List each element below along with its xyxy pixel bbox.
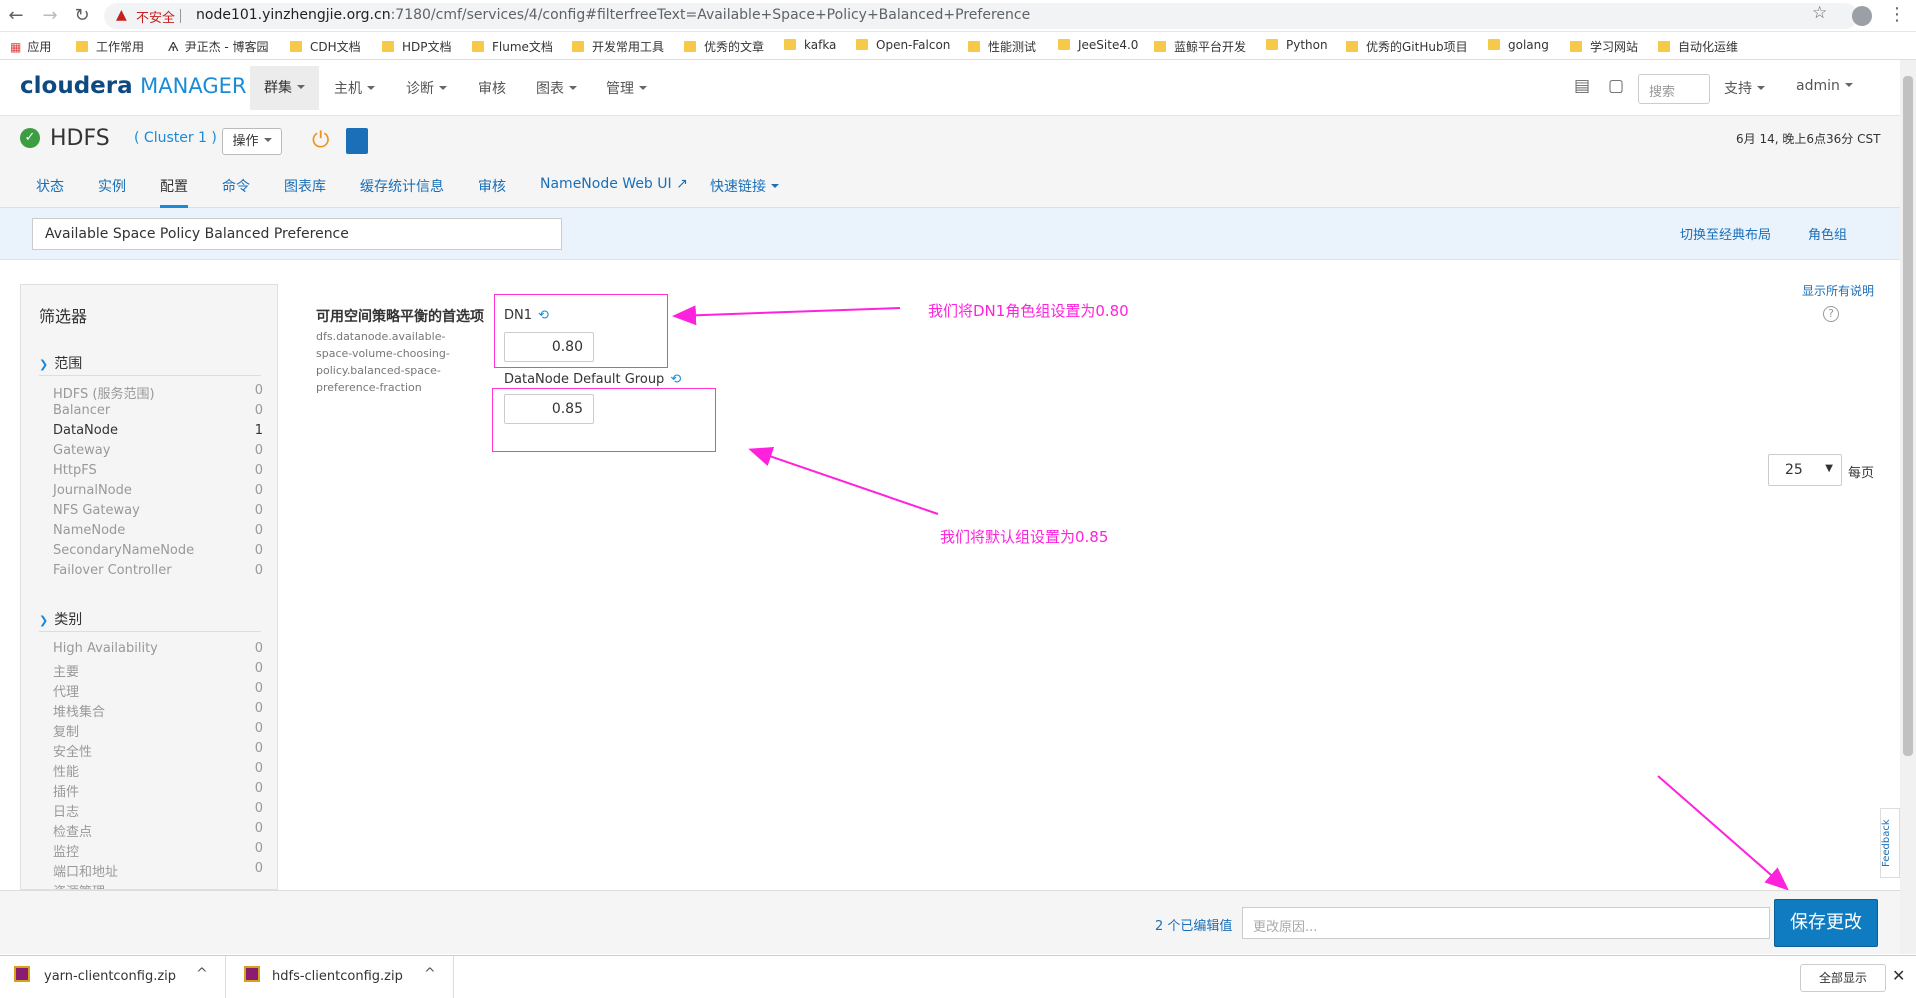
annotation-arrows [672, 305, 1790, 891]
per-page-label: 每页 [1848, 466, 1875, 481]
annotation-note-default: 我们将默认组设置为0.85 [940, 528, 1109, 546]
feedback-tab[interactable]: Feedback [1880, 808, 1900, 878]
page-size-select[interactable]: 25 ▼ [1768, 454, 1842, 486]
close-icon[interactable]: ✕ [1892, 966, 1905, 985]
download-item[interactable]: yarn-clientconfig.zip ^ [0, 956, 226, 998]
zip-file-icon [14, 966, 30, 982]
show-all-descriptions-link[interactable]: 显示所有说明 [1802, 282, 1874, 299]
annotation-note-dn1: 我们将DN1角色组设置为0.80 [928, 302, 1129, 320]
chevron-up-icon[interactable]: ^ [196, 966, 208, 982]
arrow-to-default-group [748, 447, 939, 515]
chevron-up-icon[interactable]: ^ [424, 966, 436, 982]
dropdown-arrow-icon: ▼ [1825, 463, 1833, 474]
scrollbar-thumb[interactable] [1903, 76, 1913, 756]
edited-values-count[interactable]: 2 个已编辑值 [1155, 915, 1232, 934]
arrow-to-dn1 [672, 305, 901, 326]
show-all-downloads-button[interactable]: 全部显示 [1800, 964, 1886, 992]
arrow-to-save [1657, 775, 1790, 891]
download-shelf: yarn-clientconfig.zip ^ hdfs-clientconfi… [0, 955, 1916, 998]
save-changes-button[interactable]: 保存更改 [1774, 899, 1878, 947]
download-item[interactable]: hdfs-clientconfig.zip ^ [228, 956, 454, 998]
help-icon[interactable]: ? [1823, 306, 1839, 322]
save-changes-bar: 2 个已编辑值 更改原因... 保存更改 [0, 890, 1900, 954]
change-reason-input[interactable]: 更改原因... [1242, 907, 1770, 939]
zip-file-icon [244, 966, 260, 982]
